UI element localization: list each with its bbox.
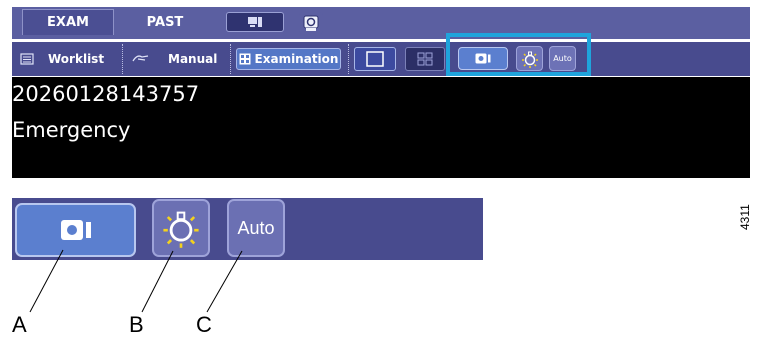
callout-label-a: A [12,312,27,337]
callout-label-c: C [196,312,212,337]
callout-line-c [206,250,243,313]
callout-label-b: B [129,312,144,337]
callout-line-a [29,249,64,313]
callout-line-b [141,250,174,313]
figure-number: 4311 [738,204,752,230]
callout-lines [29,249,243,313]
